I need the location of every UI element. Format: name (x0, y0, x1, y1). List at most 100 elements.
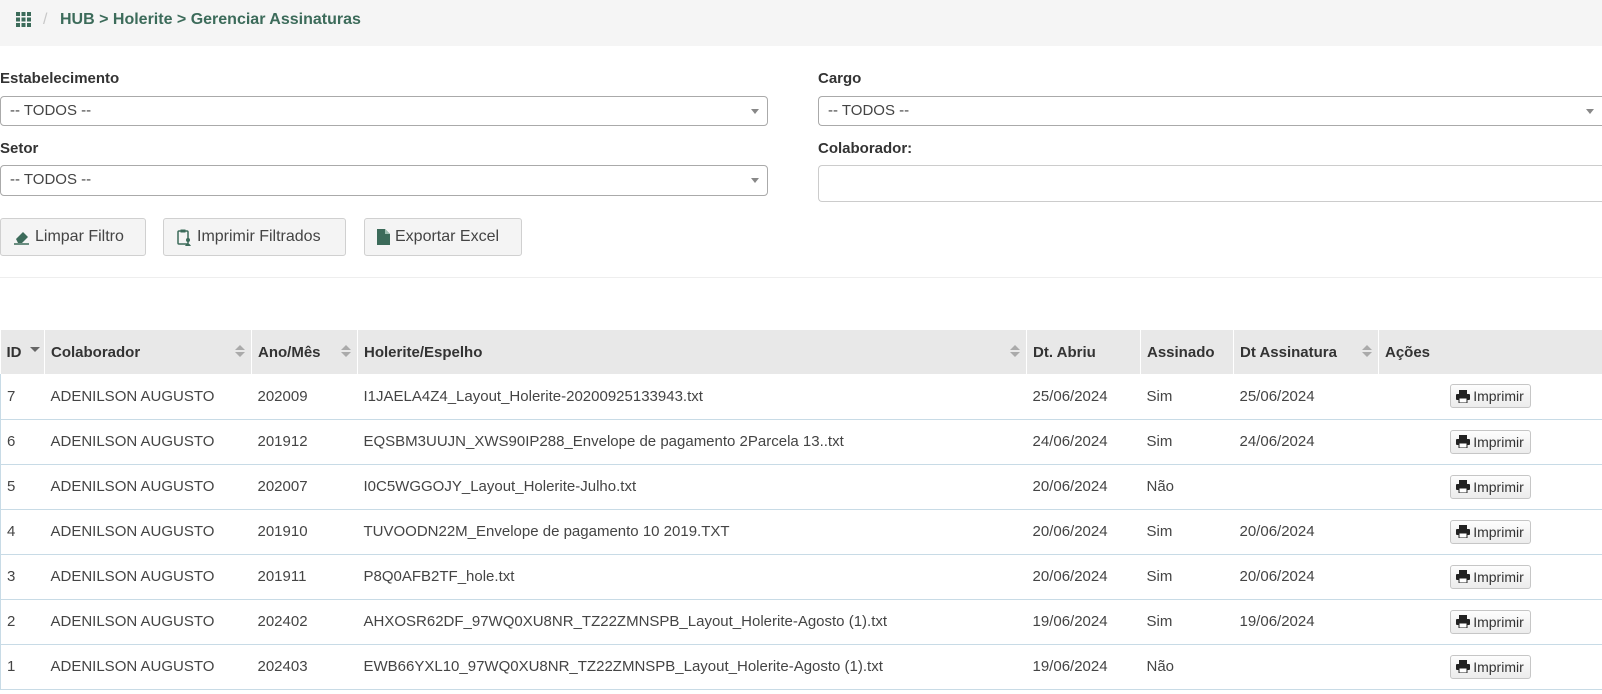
cell-ano-mes: 201912 (251, 419, 358, 465)
estabelecimento-select[interactable]: -- TODOS -- (0, 96, 768, 126)
cell-acoes: Imprimir (1378, 419, 1602, 465)
column-header-acoes: Ações (1378, 330, 1602, 374)
table-row: 5 ADENILSON AUGUSTO 202007 I0C5WGGOJY_La… (0, 464, 1602, 510)
cell-assinado: Sim (1140, 374, 1234, 420)
cell-assinado: Sim (1140, 419, 1234, 465)
cell-id: 6 (0, 419, 45, 465)
cargo-select[interactable]: -- TODOS -- (818, 96, 1602, 126)
cell-holerite: AHXOSR62DF_97WQ0XU8NR_TZ22ZMNSPB_Layout_… (357, 599, 1027, 645)
printer-icon (1456, 389, 1471, 403)
setor-label: Setor (0, 140, 39, 157)
table-row: 7 ADENILSON AUGUSTO 202009 I1JAELA4Z4_La… (0, 374, 1602, 420)
cell-ano-mes: 202403 (251, 644, 358, 690)
column-header-ano-mes[interactable]: Ano/Mês (251, 330, 358, 374)
imprimir-button[interactable]: Imprimir (1450, 609, 1531, 634)
cell-dt-abriu: 19/06/2024 (1026, 644, 1141, 690)
cell-ano-mes: 202007 (251, 464, 358, 510)
table-row: 2 ADENILSON AUGUSTO 202402 AHXOSR62DF_97… (0, 599, 1602, 645)
cell-colaborador: ADENILSON AUGUSTO (44, 509, 252, 555)
table-row: 3 ADENILSON AUGUSTO 201911 P8Q0AFB2TF_ho… (0, 554, 1602, 600)
cell-assinado: Sim (1140, 509, 1234, 555)
grid-icon[interactable] (16, 12, 31, 27)
sort-icon (341, 345, 351, 357)
column-header-assinado[interactable]: Assinado (1140, 330, 1234, 374)
cell-holerite: TUVOODN22M_Envelope de pagamento 10 2019… (357, 509, 1027, 555)
cell-dt-assinatura: 19/06/2024 (1233, 599, 1379, 645)
colaborador-input[interactable] (818, 165, 1602, 202)
cell-id: 7 (0, 374, 45, 420)
cell-acoes: Imprimir (1378, 374, 1602, 420)
printer-icon (1456, 525, 1471, 538)
column-header-dt-assinatura[interactable]: Dt Assinatura (1233, 330, 1379, 374)
cell-dt-abriu: 20/06/2024 (1026, 554, 1141, 600)
setor-select[interactable]: -- TODOS -- (0, 165, 768, 196)
cell-holerite: EWB66YXL10_97WQ0XU8NR_TZ22ZMNSPB_Layout_… (357, 644, 1027, 690)
cell-holerite: I0C5WGGOJY_Layout_Holerite-Julho.txt (357, 464, 1027, 510)
cell-holerite: EQSBM3UUJN_XWS90IP288_Envelope de pagame… (357, 419, 1027, 465)
cell-dt-abriu: 24/06/2024 (1026, 419, 1141, 465)
file-icon (377, 229, 390, 245)
column-header-id[interactable]: ID (0, 330, 45, 374)
imprimir-button[interactable]: Imprimir (1450, 384, 1531, 409)
breadcrumb: / HUB > Holerite > Gerenciar Assinaturas (0, 0, 1602, 46)
column-header-holerite[interactable]: Holerite/Espelho (357, 330, 1027, 374)
breadcrumb-separator: / (43, 11, 48, 28)
cell-assinado: Não (1140, 464, 1234, 510)
cargo-value: -- TODOS -- (828, 102, 910, 119)
cell-assinado: Sim (1140, 599, 1234, 645)
clipboard-user-icon (177, 229, 191, 246)
assinaturas-table: ID Colaborador Ano/Mês Holerite/Espelho … (0, 330, 1602, 690)
cargo-label: Cargo (818, 70, 862, 87)
imprimir-button[interactable]: Imprimir (1450, 654, 1531, 679)
cell-holerite: I1JAELA4Z4_Layout_Holerite-2020092513394… (357, 374, 1027, 420)
column-header-dt-abriu[interactable]: Dt. Abriu (1026, 330, 1141, 374)
cell-ano-mes: 202009 (251, 374, 358, 420)
printer-icon (1456, 615, 1471, 628)
sort-desc-icon (30, 347, 40, 352)
sort-icon (235, 345, 245, 357)
cell-acoes: Imprimir (1378, 509, 1602, 555)
cell-assinado: Não (1140, 644, 1234, 690)
printer-icon (1456, 660, 1471, 673)
imprimir-filtrados-button[interactable]: Imprimir Filtrados (163, 218, 346, 256)
cell-acoes: Imprimir (1378, 644, 1602, 690)
cell-dt-assinatura: 24/06/2024 (1233, 419, 1379, 465)
breadcrumb-path[interactable]: HUB > Holerite > Gerenciar Assinaturas (60, 11, 361, 29)
cell-id: 1 (0, 644, 45, 690)
column-header-colaborador[interactable]: Colaborador (44, 330, 252, 374)
imprimir-filtrados-label: Imprimir Filtrados (197, 228, 321, 245)
cell-acoes: Imprimir (1378, 599, 1602, 645)
divider (0, 277, 1602, 278)
setor-value: -- TODOS -- (10, 171, 92, 188)
cell-dt-abriu: 19/06/2024 (1026, 599, 1141, 645)
imprimir-button[interactable]: Imprimir (1450, 519, 1531, 544)
cell-colaborador: ADENILSON AUGUSTO (44, 644, 252, 690)
table-header-row: ID Colaborador Ano/Mês Holerite/Espelho … (0, 330, 1602, 374)
imprimir-button[interactable]: Imprimir (1450, 474, 1531, 499)
table-row: 1 ADENILSON AUGUSTO 202403 EWB66YXL10_97… (0, 644, 1602, 690)
exportar-excel-label: Exportar Excel (395, 228, 500, 245)
cell-acoes: Imprimir (1378, 554, 1602, 600)
sort-icon (1010, 345, 1020, 357)
estabelecimento-value: -- TODOS -- (10, 102, 92, 119)
imprimir-button[interactable]: Imprimir (1450, 564, 1531, 589)
cell-id: 2 (0, 599, 45, 645)
chevron-down-icon (751, 178, 759, 183)
cell-assinado: Sim (1140, 554, 1234, 600)
cell-colaborador: ADENILSON AUGUSTO (44, 554, 252, 600)
cell-dt-abriu: 20/06/2024 (1026, 464, 1141, 510)
cell-id: 4 (0, 509, 45, 555)
printer-icon (1456, 480, 1471, 493)
cell-colaborador: ADENILSON AUGUSTO (44, 464, 252, 510)
imprimir-button[interactable]: Imprimir (1450, 429, 1531, 454)
chevron-down-icon (751, 109, 759, 114)
table-row: 6 ADENILSON AUGUSTO 201912 EQSBM3UUJN_XW… (0, 419, 1602, 465)
sort-icon (1362, 345, 1372, 357)
exportar-excel-button[interactable]: Exportar Excel (364, 218, 522, 256)
cell-colaborador: ADENILSON AUGUSTO (44, 374, 252, 420)
chevron-down-icon (1586, 109, 1594, 114)
cell-dt-assinatura: 20/06/2024 (1233, 509, 1379, 555)
limpar-filtro-button[interactable]: Limpar Filtro (0, 218, 146, 256)
printer-icon (1456, 570, 1471, 583)
cell-ano-mes: 201910 (251, 509, 358, 555)
